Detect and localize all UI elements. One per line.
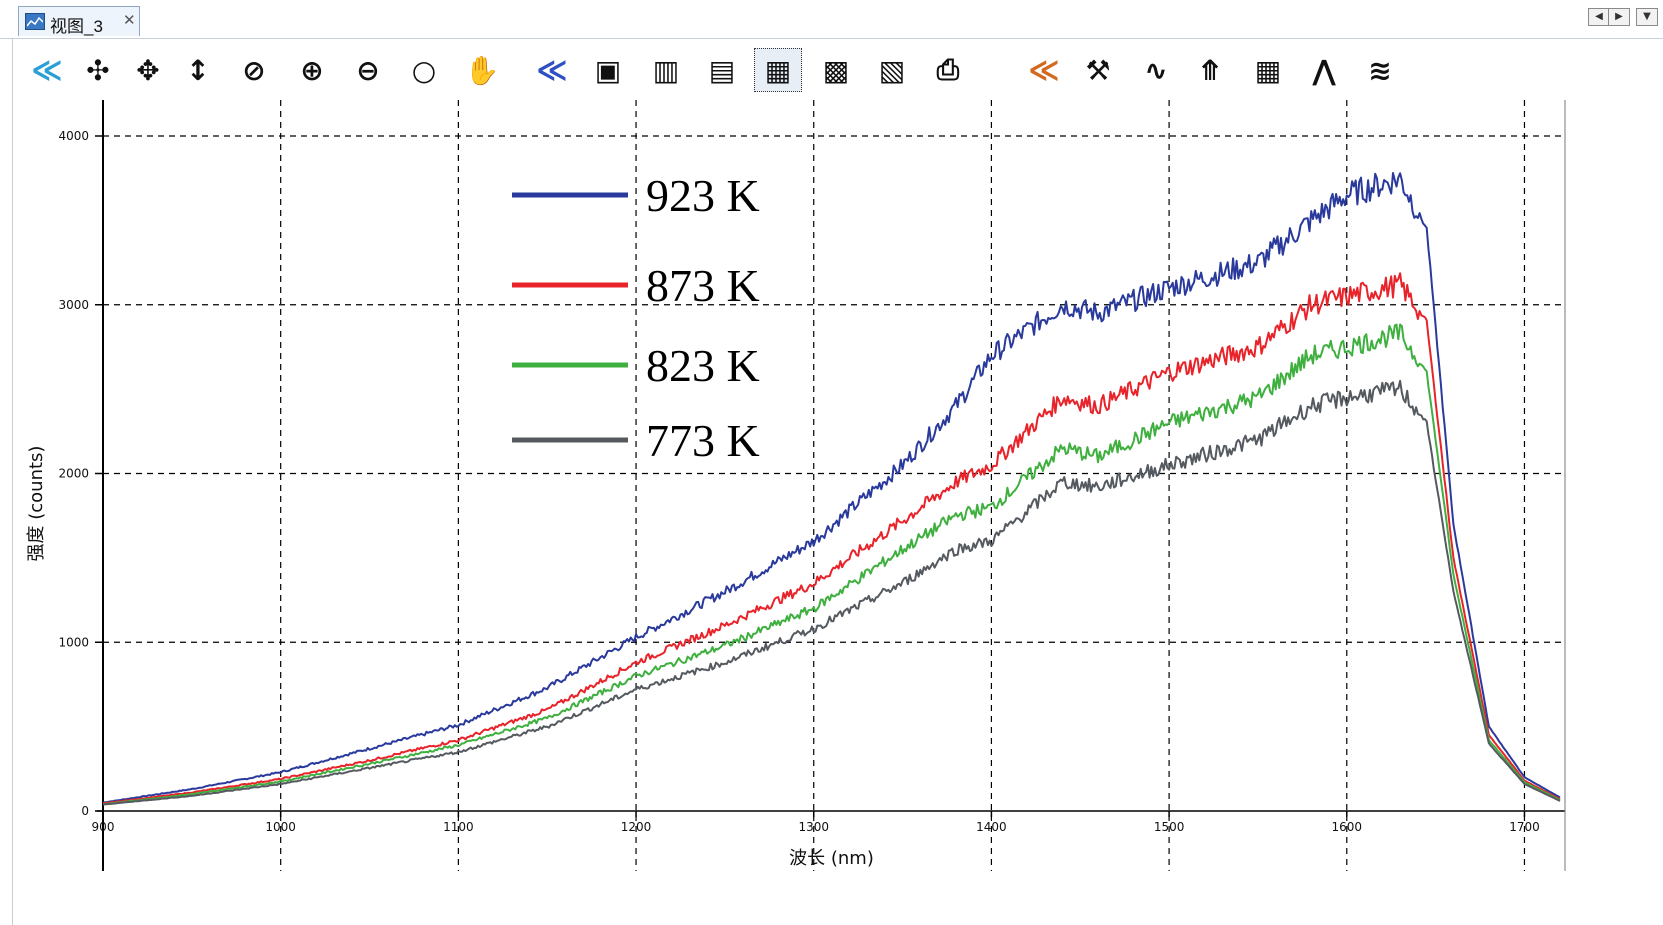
x-tick-label: 1000 — [265, 820, 296, 834]
waveform-icon[interactable]: ∿ — [1132, 48, 1180, 92]
x-tick-label: 1400 — [976, 820, 1007, 834]
legend-label: 773 K — [646, 415, 760, 466]
zoom-in-icon[interactable]: ⊕ — [288, 48, 336, 92]
dropdown-button[interactable]: ▼ — [1636, 8, 1658, 26]
x-tick-label: 1500 — [1154, 820, 1185, 834]
camera-icon[interactable]: ▣ — [584, 48, 632, 92]
save-icon[interactable]: ▩ — [812, 48, 860, 92]
peaks-icon[interactable]: ⋀ — [1300, 48, 1348, 92]
tab-label: 视图_3 — [50, 17, 103, 36]
delete-data-icon[interactable]: ▧ — [868, 48, 916, 92]
x-tick-label: 900 — [92, 820, 115, 834]
vertical-resize-icon[interactable]: ↕ — [174, 48, 222, 92]
tools-icon[interactable]: ⚒ — [1074, 48, 1122, 92]
tab-view-3[interactable]: 视图_3 ✕ — [18, 6, 140, 36]
save-as-icon[interactable]: ▦ — [754, 48, 802, 92]
chart-tab-icon — [25, 13, 45, 30]
y-tick-label: 4000 — [58, 129, 89, 143]
legend-label: 923 K — [646, 170, 760, 221]
legend-label: 823 K — [646, 340, 760, 391]
y-tick-label: 2000 — [58, 467, 89, 481]
merge-icon[interactable]: ⤊ — [1186, 48, 1234, 92]
pan-center-icon[interactable]: ✣ — [74, 48, 122, 92]
print-icon[interactable]: ⎙ — [924, 48, 972, 92]
trash-icon[interactable]: ▥ — [642, 48, 690, 92]
plot-toolbar: ≪ ✣ ✥ ↕ ⊘ ⊕ ⊖ ○ ✋ ≪ ▣ ▥ ▤ ▦ ▩ ▧ ⎙ ≪ ⚒ ∿ ⤊ ▦ ⋀ ≋ — [18, 40, 1663, 102]
x-axis-label: 波长 (nm) — [789, 848, 874, 869]
zoom-out-icon[interactable]: ⊖ — [344, 48, 392, 92]
collapse-icon[interactable]: ≪ — [23, 48, 71, 92]
x-tick-label: 1600 — [1332, 820, 1363, 834]
window-titlebar: 视图_3 ✕ ◀ ▶ ▼ — [0, 0, 1663, 39]
series-line — [102, 323, 1561, 806]
collapse-icon-3[interactable]: ≪ — [1020, 48, 1068, 92]
hand-icon[interactable]: ✋ — [458, 48, 506, 92]
x-tick-label: 1700 — [1509, 820, 1540, 834]
y-axis-label: 强度 (counts) — [26, 446, 47, 562]
collapse-icon-2[interactable]: ≪ — [528, 48, 576, 92]
table-icon[interactable]: ▦ — [1244, 48, 1292, 92]
spectrum-chart: 900 1000 1100 1200 1300 1400 1500 1600 1700 0 1000… — [26, 100, 1566, 871]
y-tick-label: 3000 — [58, 298, 89, 312]
y-tick-label: 1000 — [58, 635, 89, 649]
noise-icon[interactable]: ≋ — [1356, 48, 1404, 92]
zoom-reset-icon[interactable]: ⊘ — [230, 48, 278, 92]
x-tick-label: 1100 — [443, 820, 474, 834]
zoom-icon[interactable]: ○ — [400, 48, 448, 92]
series-line — [102, 172, 1561, 804]
move-icon[interactable]: ✥ — [124, 48, 172, 92]
export-icon[interactable]: ▤ — [698, 48, 746, 92]
y-tick-label: 0 — [81, 804, 89, 818]
scroll-left-button[interactable]: ◀ — [1588, 8, 1610, 26]
x-tick-label: 1300 — [798, 820, 829, 834]
series-line — [102, 272, 1561, 805]
legend-label: 873 K — [646, 260, 760, 311]
series-line — [102, 379, 1561, 806]
close-icon[interactable]: ✕ — [123, 11, 136, 29]
x-tick-label: 1200 — [621, 820, 652, 834]
scroll-right-button[interactable]: ▶ — [1608, 8, 1630, 26]
